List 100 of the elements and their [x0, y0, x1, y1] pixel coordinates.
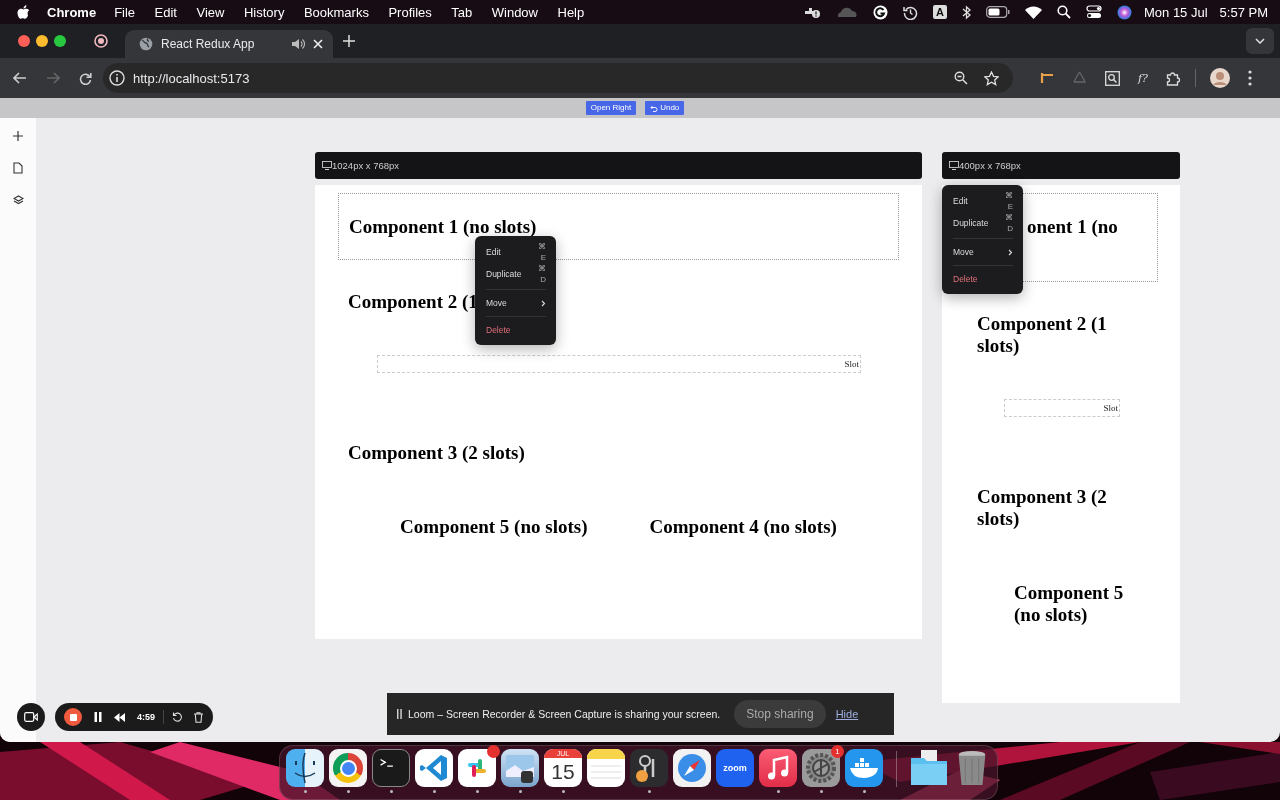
folder-app-icon[interactable]	[910, 749, 948, 787]
menu-item[interactable]: Duplicate ⌘ D	[486, 263, 546, 285]
address-field[interactable]: http://localhost:5173	[103, 63, 1013, 93]
undo-icon	[650, 104, 659, 112]
font-extension-icon[interactable]: f?	[1138, 71, 1148, 85]
undo-button[interactable]: Undo	[645, 101, 685, 115]
avatar-icon[interactable]	[1209, 68, 1230, 88]
notification-badge	[487, 745, 500, 758]
minimize-window-button[interactable]	[36, 35, 48, 47]
apple-icon[interactable]	[17, 4, 30, 20]
magnifier-box-icon[interactable]	[1105, 70, 1120, 86]
pause-icon[interactable]	[94, 712, 102, 722]
page-icon[interactable]	[13, 162, 23, 174]
component-title[interactable]: Component 5 (no slots)	[400, 516, 588, 538]
notification-badge: 1	[831, 745, 844, 758]
browser-app-icon[interactable]	[329, 749, 367, 787]
stop-sharing-button[interactable]: Stop sharing	[734, 700, 826, 728]
maximize-window-button[interactable]	[54, 35, 66, 47]
menu-item[interactable]: History	[243, 4, 285, 20]
g-logo-icon[interactable]	[873, 4, 889, 20]
monitor-icon	[322, 161, 332, 170]
menu-item[interactable]: Delete	[486, 321, 546, 339]
hide-link[interactable]: Hide	[835, 708, 859, 720]
rewind-icon[interactable]	[114, 712, 125, 722]
close-window-button[interactable]	[18, 35, 30, 47]
flag-icon[interactable]	[1040, 72, 1054, 84]
search-icon[interactable]	[1057, 5, 1071, 19]
cloud-icon[interactable]	[836, 6, 859, 18]
chat-app-icon[interactable]	[458, 749, 496, 787]
menu-item[interactable]: Tab	[451, 4, 473, 20]
video-app-icon[interactable]: zoom	[716, 749, 754, 787]
open-right-button[interactable]: Open Right	[585, 101, 637, 115]
camera-button[interactable]	[17, 703, 45, 731]
menu-item[interactable]: Edit	[154, 4, 177, 20]
viewport-size-label: 400px x 768px	[959, 160, 1021, 171]
component-title[interactable]: onent 1 (no	[1025, 216, 1118, 238]
cloud-alert-icon[interactable]	[803, 5, 822, 19]
chevron-right-icon	[1008, 248, 1013, 256]
component-title[interactable]: Component 1 (no slots)	[349, 216, 537, 238]
star-icon[interactable]	[984, 70, 999, 86]
viewport-size-label: 1024px x 768px	[332, 160, 400, 171]
globe-icon	[139, 37, 153, 51]
slot-area[interactable]: Slot	[377, 355, 861, 373]
tab-search-button[interactable]	[1246, 28, 1274, 54]
app-menu[interactable]: Chrome	[47, 4, 97, 20]
clock-history-icon[interactable]	[903, 4, 919, 20]
music-note-app-icon[interactable]	[759, 749, 797, 787]
compass-app-icon[interactable]	[673, 749, 711, 787]
menu-item[interactable]: Move	[486, 294, 546, 312]
add-icon[interactable]	[13, 131, 23, 141]
bluetooth-icon[interactable]	[962, 4, 971, 20]
menu-item[interactable]: Bookmarks	[303, 4, 369, 20]
chevron-down-icon	[1255, 38, 1265, 44]
input-source-indicator[interactable]: A	[933, 5, 947, 19]
back-icon[interactable]	[13, 72, 27, 84]
gear-app-icon[interactable]	[802, 749, 840, 787]
battery-icon[interactable]	[986, 6, 1010, 18]
image-viewer-app-icon[interactable]	[501, 749, 539, 787]
control-toggles-icon[interactable]	[1086, 5, 1102, 19]
speaker-icon[interactable]	[291, 38, 305, 50]
menu-item[interactable]: File	[114, 4, 136, 20]
menu-item[interactable]: View	[196, 4, 225, 20]
browser-tab[interactable]: React Redux App	[125, 30, 333, 58]
sharing-message: Loom – Screen Recorder & Screen Capture is sharing your screen.	[408, 708, 721, 720]
record-icon[interactable]	[94, 34, 108, 48]
info-icon[interactable]	[109, 70, 125, 86]
zoom-out-icon[interactable]	[954, 71, 968, 85]
camera-icon	[24, 712, 38, 722]
time-text[interactable]: 5:57 PM	[1219, 4, 1268, 20]
date-text[interactable]: Mon 15 Jul	[1144, 4, 1208, 20]
component-title[interactable]: Component 2 (1	[348, 291, 478, 313]
plus-icon[interactable]	[343, 35, 355, 47]
whale-app-icon[interactable]	[845, 749, 883, 787]
stop-recording-button[interactable]	[64, 708, 82, 726]
notes-app-icon[interactable]	[587, 749, 625, 787]
terminal-app-icon[interactable]	[372, 749, 410, 787]
layers-icon[interactable]	[12, 195, 24, 206]
slot-area[interactable]: Slot	[1004, 399, 1120, 417]
wifi-icon[interactable]	[1025, 5, 1042, 19]
pause-icon	[397, 709, 402, 719]
close-icon[interactable]	[313, 39, 323, 49]
menu-item[interactable]: Profiles	[388, 4, 432, 20]
code-editor-app-icon[interactable]	[415, 749, 453, 787]
voice-assistant-icon[interactable]	[1117, 4, 1132, 20]
more-menu-icon[interactable]	[1247, 70, 1252, 86]
component-title[interactable]: Component 4 (no slots)	[649, 516, 837, 538]
reload-icon[interactable]	[79, 71, 92, 85]
keys-app-icon[interactable]	[630, 749, 668, 787]
menu-item[interactable]: Help	[557, 4, 585, 20]
menu-item[interactable]: Window	[491, 4, 538, 20]
face-app-icon[interactable]	[286, 749, 324, 787]
component-title[interactable]: Component 3 (2 slots)	[348, 442, 525, 464]
monitor-icon	[949, 161, 959, 170]
component-title[interactable]: Component 3 (2 slots)	[975, 486, 1148, 530]
trash-icon[interactable]	[194, 711, 203, 723]
puzzle-icon[interactable]	[1165, 70, 1181, 86]
menu-item[interactable]: Edit ⌘ E	[486, 241, 546, 263]
component-title[interactable]: Component 2 (1 slots)	[975, 313, 1148, 357]
restart-icon[interactable]	[172, 712, 182, 722]
component-title[interactable]: Component 5 (no slots)	[1014, 582, 1128, 626]
